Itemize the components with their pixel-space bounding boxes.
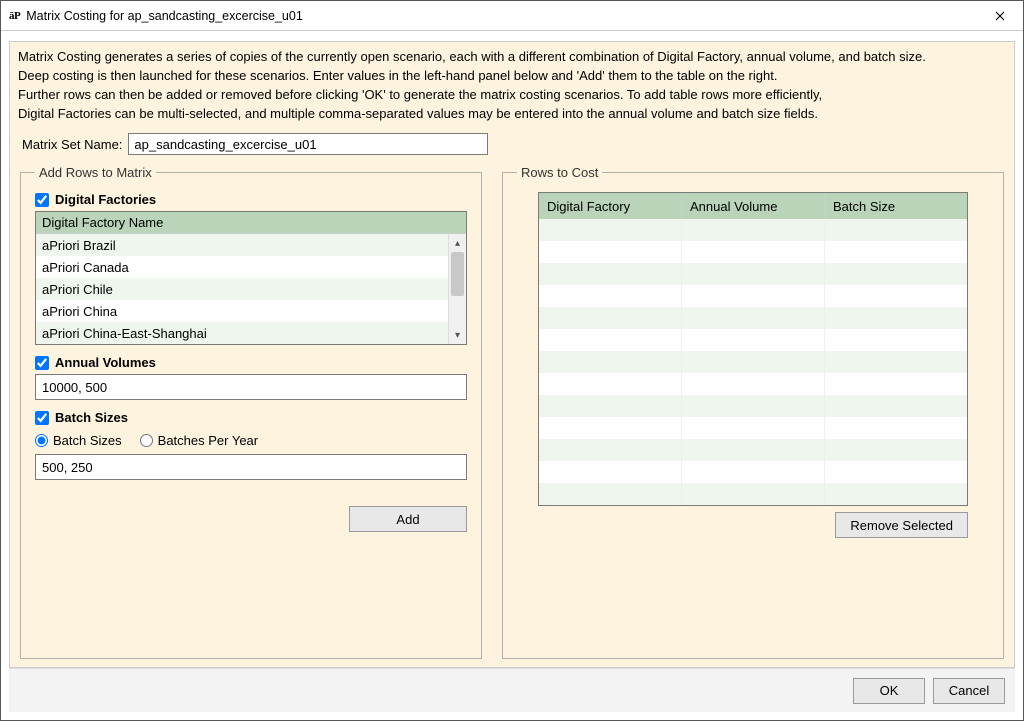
digital-factories-items: aPriori Brazil aPriori Canada aPriori Ch… bbox=[36, 234, 448, 344]
intro-line-3: Further rows can then be added or remove… bbox=[18, 86, 1006, 105]
rows-to-cost-panel: Rows to Cost Digital Factory Annual Volu… bbox=[502, 165, 1004, 659]
table-row[interactable] bbox=[539, 307, 967, 329]
scroll-up-icon[interactable]: ▴ bbox=[449, 234, 466, 252]
window-title: Matrix Costing for ap_sandcasting_excerc… bbox=[26, 9, 977, 23]
dialog-body: Matrix Costing generates a series of cop… bbox=[1, 31, 1023, 720]
scroll-track[interactable] bbox=[449, 252, 466, 326]
table-row[interactable] bbox=[539, 241, 967, 263]
matrix-set-name-label: Matrix Set Name: bbox=[22, 137, 122, 152]
ok-button[interactable]: OK bbox=[853, 678, 925, 704]
batch-sizes-radio-label[interactable]: Batch Sizes bbox=[35, 433, 122, 448]
table-row[interactable] bbox=[539, 483, 967, 505]
close-icon bbox=[995, 11, 1005, 21]
panels: Add Rows to Matrix Digital Factories Dig… bbox=[18, 165, 1006, 659]
add-rows-panel: Add Rows to Matrix Digital Factories Dig… bbox=[20, 165, 482, 659]
table-row[interactable] bbox=[539, 373, 967, 395]
digital-factories-list-body: aPriori Brazil aPriori Canada aPriori Ch… bbox=[36, 234, 466, 344]
dialog-footer: OK Cancel bbox=[9, 668, 1015, 712]
add-button-row: Add bbox=[35, 506, 467, 532]
batch-sizes-label: Batch Sizes bbox=[55, 410, 128, 425]
digital-factories-scrollbar[interactable]: ▴ ▾ bbox=[448, 234, 466, 344]
list-item[interactable]: aPriori China bbox=[36, 300, 448, 322]
table-row[interactable] bbox=[539, 395, 967, 417]
add-rows-legend: Add Rows to Matrix bbox=[35, 165, 156, 180]
add-button[interactable]: Add bbox=[349, 506, 467, 532]
batch-sizes-checkbox[interactable] bbox=[35, 411, 49, 425]
rows-to-cost-table[interactable]: Digital Factory Annual Volume Batch Size bbox=[538, 192, 968, 506]
digital-factories-label: Digital Factories bbox=[55, 192, 156, 207]
intro-text: Matrix Costing generates a series of cop… bbox=[18, 48, 1006, 123]
matrix-set-name-input[interactable] bbox=[128, 133, 488, 155]
batches-per-year-radio[interactable] bbox=[140, 434, 153, 447]
titlebar: āP Matrix Costing for ap_sandcasting_exc… bbox=[1, 1, 1023, 31]
batch-sizes-radio-text: Batch Sizes bbox=[53, 433, 122, 448]
annual-volumes-checkbox-row: Annual Volumes bbox=[35, 355, 467, 370]
digital-factories-list-header: Digital Factory Name bbox=[36, 212, 466, 234]
cancel-button[interactable]: Cancel bbox=[933, 678, 1005, 704]
scroll-thumb[interactable] bbox=[451, 252, 464, 296]
close-button[interactable] bbox=[977, 1, 1023, 31]
digital-factories-checkbox[interactable] bbox=[35, 193, 49, 207]
annual-volumes-checkbox[interactable] bbox=[35, 356, 49, 370]
batch-sizes-radio[interactable] bbox=[35, 434, 48, 447]
list-item[interactable]: aPriori Canada bbox=[36, 256, 448, 278]
batch-sizes-input[interactable] bbox=[35, 454, 467, 480]
table-row[interactable] bbox=[539, 417, 967, 439]
remove-selected-row: Remove Selected bbox=[538, 512, 968, 538]
table-row[interactable] bbox=[539, 439, 967, 461]
annual-volumes-input[interactable] bbox=[35, 374, 467, 400]
remove-selected-button[interactable]: Remove Selected bbox=[835, 512, 968, 538]
scroll-down-icon[interactable]: ▾ bbox=[449, 326, 466, 344]
list-item[interactable]: aPriori Brazil bbox=[36, 234, 448, 256]
table-row[interactable] bbox=[539, 329, 967, 351]
table-row[interactable] bbox=[539, 219, 967, 241]
batches-per-year-radio-text: Batches Per Year bbox=[158, 433, 258, 448]
col-digital-factory[interactable]: Digital Factory bbox=[539, 193, 682, 219]
rows-to-cost-legend: Rows to Cost bbox=[517, 165, 602, 180]
intro-line-4: Digital Factories can be multi-selected,… bbox=[18, 105, 1006, 124]
list-item[interactable]: aPriori China-East-Shanghai bbox=[36, 322, 448, 344]
table-row[interactable] bbox=[539, 351, 967, 373]
annual-volumes-label: Annual Volumes bbox=[55, 355, 156, 370]
matrix-set-name-row: Matrix Set Name: bbox=[22, 133, 1006, 155]
table-row[interactable] bbox=[539, 263, 967, 285]
dialog-window: āP Matrix Costing for ap_sandcasting_exc… bbox=[0, 0, 1024, 721]
col-annual-volume[interactable]: Annual Volume bbox=[682, 193, 825, 219]
batch-mode-radio-row: Batch Sizes Batches Per Year bbox=[35, 433, 467, 448]
batch-sizes-checkbox-row: Batch Sizes bbox=[35, 410, 467, 425]
rows-to-cost-body bbox=[539, 219, 967, 505]
intro-line-2: Deep costing is then launched for these … bbox=[18, 67, 1006, 86]
intro-line-1: Matrix Costing generates a series of cop… bbox=[18, 48, 1006, 67]
rows-to-cost-header: Digital Factory Annual Volume Batch Size bbox=[539, 193, 967, 219]
batches-per-year-radio-label[interactable]: Batches Per Year bbox=[140, 433, 258, 448]
list-item[interactable]: aPriori Chile bbox=[36, 278, 448, 300]
table-row[interactable] bbox=[539, 461, 967, 483]
table-row[interactable] bbox=[539, 285, 967, 307]
col-batch-size[interactable]: Batch Size bbox=[825, 193, 967, 219]
digital-factories-list[interactable]: Digital Factory Name aPriori Brazil aPri… bbox=[35, 211, 467, 345]
content-frame: Matrix Costing generates a series of cop… bbox=[9, 41, 1015, 668]
digital-factories-checkbox-row: Digital Factories bbox=[35, 192, 467, 207]
app-logo: āP bbox=[9, 10, 20, 22]
